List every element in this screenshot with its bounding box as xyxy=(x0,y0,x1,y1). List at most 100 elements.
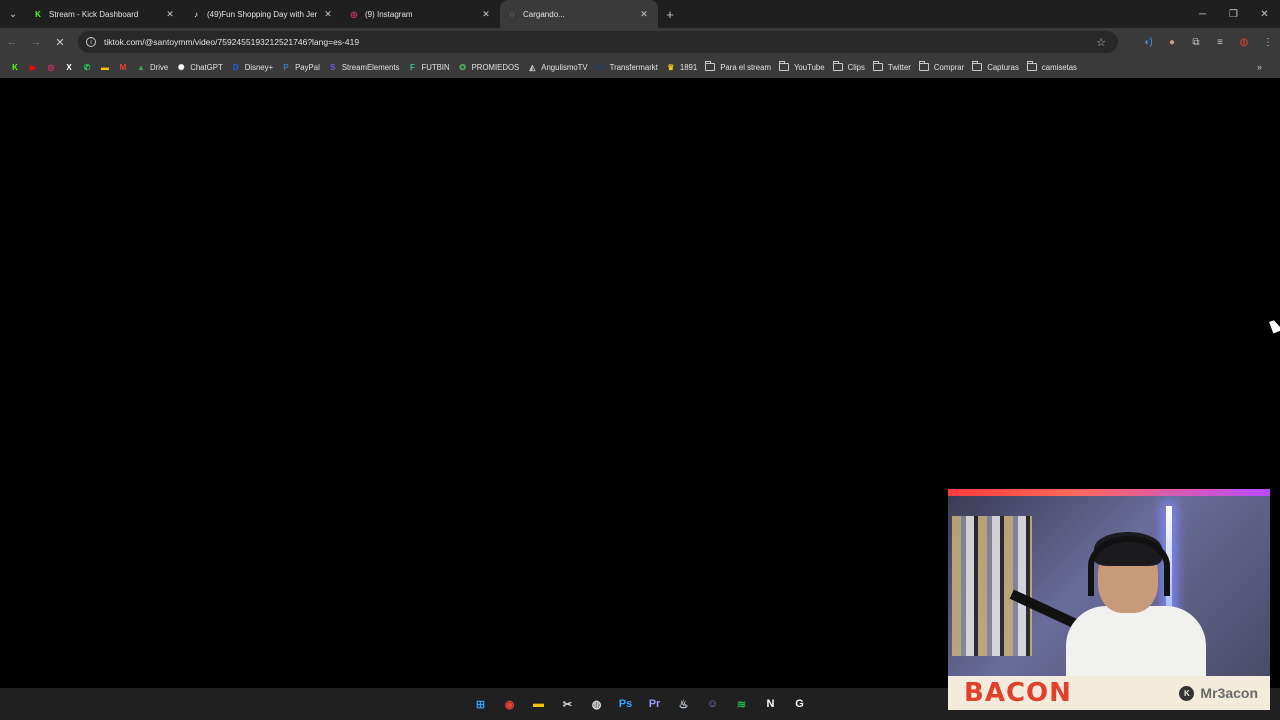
restore-icon[interactable]: ❐ xyxy=(1218,0,1249,28)
bookmark-label: Twitter xyxy=(887,62,911,72)
clothes-rack xyxy=(952,516,1032,656)
address-bar[interactable]: i tiktok.com/@santoymm/video/75924551932… xyxy=(78,31,1118,53)
webcam-overlay: BACON K Mr3acon xyxy=(948,489,1270,710)
bookmark-item[interactable]: tm Transfermarkt xyxy=(592,56,662,78)
bookmark-yellow-icon: ▬ xyxy=(101,62,109,72)
tab-close-icon[interactable]: ✕ xyxy=(322,9,334,20)
promiedos-icon: ✪ xyxy=(459,62,466,72)
browser-tab[interactable]: ♪ (49)Fun Shopping Day with Jer ✕ xyxy=(184,0,342,28)
webcam-video xyxy=(948,496,1270,686)
browser-toolbar: ← → ✕ i tiktok.com/@santoymm/video/75924… xyxy=(0,28,1280,56)
folder-icon xyxy=(972,61,983,71)
minimize-icon[interactable]: ─ xyxy=(1187,0,1218,28)
handle-text: Mr3acon xyxy=(1200,685,1258,701)
obs-icon[interactable]: ◍ xyxy=(582,688,611,720)
bookmark-item[interactable]: F FUTBIN xyxy=(403,56,453,78)
steam-icon[interactable]: ♨ xyxy=(669,688,698,720)
bookmark-label: Clips xyxy=(847,62,865,72)
webcam-banner: BACON K Mr3acon xyxy=(948,676,1270,710)
bookmark-label: StreamElements xyxy=(341,62,400,72)
bookmark-item[interactable]: D Disney+ xyxy=(227,56,277,78)
bookmarks-overflow-icon[interactable]: » xyxy=(1257,56,1262,78)
bookmark-label: Transfermarkt xyxy=(609,62,658,72)
futbin-icon: F xyxy=(410,62,415,72)
stop-loading-icon[interactable]: ✕ xyxy=(48,28,72,56)
kick-icon: K xyxy=(35,9,41,19)
tab-close-icon[interactable]: ✕ xyxy=(164,9,176,20)
bookmark-label: YouTube xyxy=(793,62,825,72)
bookmark-label: FUTBIN xyxy=(421,62,450,72)
bookmark-item[interactable]: ✆ xyxy=(78,56,96,78)
address-url[interactable]: tiktok.com/@santoymm/video/7592455193212… xyxy=(104,37,359,47)
discord-icon[interactable]: ☺ xyxy=(698,688,727,720)
bookmark-item[interactable]: K xyxy=(6,56,24,78)
tab-title: (49)Fun Shopping Day with Jer xyxy=(207,9,318,19)
bookmark-item[interactable]: X xyxy=(60,56,78,78)
folder-icon xyxy=(705,61,716,71)
transfermarkt-icon: tm xyxy=(595,62,606,72)
bookmark-item[interactable]: ◭ AngulismoTV xyxy=(523,56,591,78)
browser-tab[interactable]: ◌ Cargando... ✕ xyxy=(500,0,658,28)
angulismo-icon: ◭ xyxy=(529,62,536,72)
bookmark-item[interactable]: ✪ PROMIEDOS xyxy=(454,56,524,78)
spotify-icon[interactable]: ≋ xyxy=(727,688,756,720)
file-explorer-icon[interactable]: ▬ xyxy=(524,688,553,720)
bookmark-item[interactable]: M xyxy=(114,56,132,78)
headphones xyxy=(1088,536,1170,596)
bookmark-item[interactable]: S StreamElements xyxy=(324,56,404,78)
bookmark-item[interactable]: ◎ xyxy=(42,56,60,78)
new-tab-plus-icon[interactable]: + xyxy=(658,7,682,22)
bookmark-item[interactable]: Clips xyxy=(829,56,869,78)
x-icon: X xyxy=(66,62,72,72)
bookmark-item[interactable]: Capturas xyxy=(968,56,1023,78)
browser-tab[interactable]: ◎ (9) Instagram ✕ xyxy=(342,0,500,28)
bookmark-item[interactable]: P PayPal xyxy=(277,56,324,78)
brand-logo-text: BACON xyxy=(964,678,1072,708)
bookmark-item[interactable]: Para el stream xyxy=(701,56,775,78)
browser-menu-icon[interactable]: ⋮ xyxy=(1256,28,1280,56)
bookmark-item[interactable]: ▬ xyxy=(96,56,114,78)
streamer-handle: K Mr3acon xyxy=(1179,685,1258,701)
windows-start-icon[interactable]: ⊞ xyxy=(466,688,495,720)
bookmark-item[interactable]: Twitter xyxy=(869,56,915,78)
media-controls-icon[interactable]: ≡ xyxy=(1208,28,1232,56)
photoshop-icon[interactable]: Ps xyxy=(611,688,640,720)
tab-title: Stream - Kick Dashboard xyxy=(49,9,139,19)
bookmark-item[interactable]: ▲ Drive xyxy=(132,56,172,78)
tab-close-icon[interactable]: ✕ xyxy=(638,9,650,20)
premiere-icon[interactable]: Pr xyxy=(640,688,669,720)
tab-title: Cargando... xyxy=(523,9,565,19)
extension-cookie-icon[interactable]: ● xyxy=(1160,28,1184,56)
snipping-tool-icon[interactable]: ✂ xyxy=(553,688,582,720)
instagram-icon: ◎ xyxy=(47,62,55,72)
chrome-icon[interactable]: ◉ xyxy=(495,688,524,720)
forward-arrow-icon[interactable]: → xyxy=(24,28,48,56)
close-window-icon[interactable]: ✕ xyxy=(1249,0,1280,28)
extensions-puzzle-icon[interactable]: ⧉ xyxy=(1184,28,1208,56)
extension-audio-icon[interactable]: ◖) xyxy=(1136,28,1160,56)
back-arrow-icon[interactable]: ← xyxy=(0,28,24,56)
bookmark-item[interactable]: YouTube xyxy=(775,56,829,78)
bookmark-item[interactable]: ▶ xyxy=(24,56,42,78)
browser-tab[interactable]: K Stream - Kick Dashboard ✕ xyxy=(26,0,184,28)
bookmark-item[interactable]: ♛ 1891 xyxy=(662,56,701,78)
folder-icon xyxy=(778,61,789,71)
paypal-icon: P xyxy=(283,62,289,72)
site-info-icon[interactable]: i xyxy=(86,37,96,47)
profile-avatar-icon[interactable]: ◍ xyxy=(1232,28,1256,56)
bookmark-label: PayPal xyxy=(295,62,320,72)
bookmark-star-icon[interactable]: ☆ xyxy=(1096,36,1106,49)
streamelements-icon: S xyxy=(330,62,336,72)
bookmark-item[interactable]: Comprar xyxy=(915,56,968,78)
notion-icon[interactable]: N xyxy=(756,688,785,720)
bookmarks-bar: K ▶ ◎ X ✆ ▬ M ▲ Drive ✺ ChatGPT D Disney+ P PayPal S Str… xyxy=(0,56,1280,78)
bookmark-item[interactable]: camisetas xyxy=(1023,56,1081,78)
bookmark-label: AngulismoTV xyxy=(541,62,588,72)
bookmark-label: ChatGPT xyxy=(190,62,223,72)
bookmark-item[interactable]: ✺ ChatGPT xyxy=(172,56,227,78)
logitech-icon[interactable]: G xyxy=(785,688,814,720)
webcam-top-strip xyxy=(948,489,1270,496)
tab-close-icon[interactable]: ✕ xyxy=(480,9,492,20)
tab-search-chevron-icon[interactable]: ⌄ xyxy=(0,0,26,28)
gmail-icon: M xyxy=(119,62,127,72)
